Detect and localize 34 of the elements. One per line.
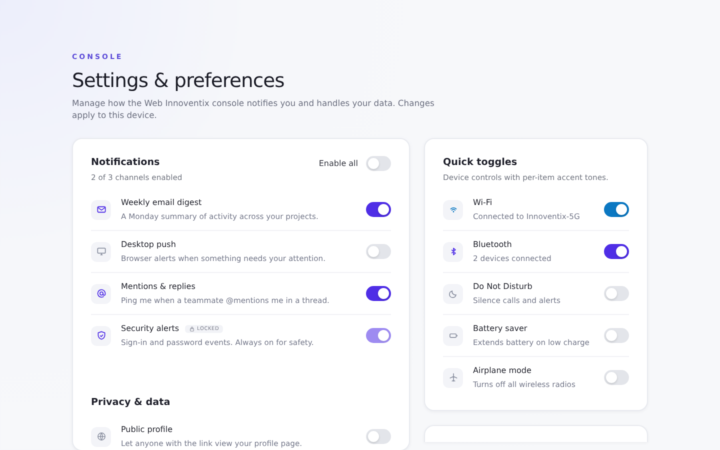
enable-all-label: Enable all [318, 159, 358, 168]
at-sign-icon [96, 288, 106, 299]
toggle-switch[interactable] [366, 202, 391, 217]
monitor-icon [96, 246, 106, 257]
setting-title: Do Not Disturb [473, 281, 532, 293]
toggle-switch[interactable] [366, 286, 391, 301]
setting-title: Mentions & replies [121, 281, 196, 293]
toggle-switch[interactable] [604, 244, 629, 259]
setting-title: Battery saver [473, 323, 528, 335]
setting-title: Public profile [121, 424, 172, 436]
setting-title: Weekly email digest [121, 197, 202, 209]
moon-icon [448, 288, 458, 299]
card-title: Quick toggles [443, 156, 518, 170]
setting-title: Airplane mode [473, 365, 532, 377]
setting-title: Wi-Fi [473, 197, 492, 209]
toggle-switch[interactable] [604, 328, 629, 343]
toggle-switch[interactable] [366, 244, 391, 259]
toggle-switch[interactable] [604, 286, 629, 301]
lock-icon [189, 326, 196, 332]
enable-all-toggle[interactable] [366, 156, 391, 171]
globe-icon [96, 431, 106, 442]
airplane-icon [448, 372, 458, 383]
page-description: Manage how the Web Innoventix console notifies you and handles your data. Changes apply to this device. [72, 97, 436, 121]
toggle-switch[interactable] [604, 202, 629, 217]
toggle-switch[interactable] [604, 370, 629, 385]
section-title: Privacy & data [91, 396, 172, 410]
setting-title: Security alerts [121, 323, 180, 335]
mail-icon [96, 204, 106, 215]
toggle-switch[interactable] [366, 429, 391, 444]
page-title: Settings & preferences [72, 69, 286, 93]
setting-title: Desktop push [121, 239, 176, 251]
card-title: Notifications [91, 156, 161, 170]
setting-title: Bluetooth [473, 239, 512, 251]
shield-icon [96, 330, 106, 341]
